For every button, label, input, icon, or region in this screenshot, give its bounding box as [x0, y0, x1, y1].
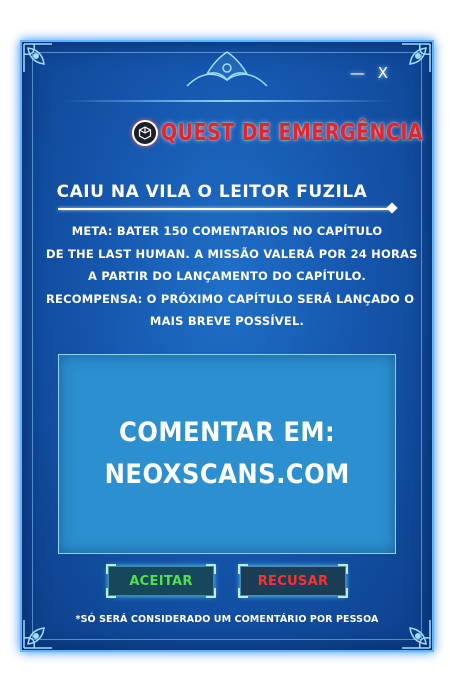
comment-box: COMENTAR EM: NEOXSCANS.COM	[58, 354, 396, 554]
quest-window: — X QUEST DE EMERGÊNCIA CAIU NA VILA O L…	[20, 40, 434, 652]
mission-underline	[58, 208, 390, 210]
footnote: *SÓ SERÁ CONSIDERADO UM COMENTÁRIO POR P…	[75, 614, 379, 625]
refuse-button[interactable]: RECUSAR	[238, 564, 348, 598]
minimize-icon[interactable]: —	[350, 64, 369, 82]
bracket-corner	[106, 564, 116, 574]
bracket-corner	[238, 564, 248, 574]
window-controls: — X	[350, 64, 392, 82]
quest-description: META: BATER 150 COMENTARIOS NO CAPÍTULO …	[46, 220, 418, 333]
bracket-corner	[106, 588, 116, 598]
bracket-corner	[238, 588, 248, 598]
accept-button[interactable]: ACEITAR	[106, 564, 216, 598]
refuse-button-label: RECUSAR	[257, 573, 329, 589]
comment-site: NEOXSCANS.COM	[104, 459, 350, 490]
top-crest-icon	[186, 51, 268, 87]
accept-button-label: ACEITAR	[129, 573, 193, 589]
comment-prompt: COMENTAR EM:	[118, 417, 336, 448]
description-line: A PARTIR DO LANÇAMENTO DO CAPÍTULO.	[88, 269, 366, 283]
bracket-corner	[338, 588, 348, 598]
mission-name: CAIU NA VILA O LEITOR FUZILA	[56, 182, 368, 202]
quest-title: QUEST DE EMERGÊNCIA	[161, 120, 424, 146]
description-line: RECOMPENSA: O PRÓXIMO CAPÍTULO SERÁ LANÇ…	[46, 291, 415, 306]
close-icon[interactable]: X	[378, 64, 392, 82]
bracket-corner	[206, 564, 216, 574]
bracket-corner	[206, 588, 216, 598]
alert-cube-icon	[132, 120, 158, 146]
bracket-corner	[338, 564, 348, 574]
description-line: MAIS BREVE POSSÍVEL.	[149, 314, 305, 328]
quest-title-row: QUEST DE EMERGÊNCIA	[132, 120, 432, 146]
description-line: DE THE LAST HUMAN. A MISSÃO VALERÁ POR 2…	[46, 246, 418, 261]
description-line: META: BATER 150 COMENTARIOS NO CAPÍTULO	[71, 224, 383, 238]
header-divider	[62, 100, 392, 102]
corner-ornament-icon	[23, 43, 52, 72]
